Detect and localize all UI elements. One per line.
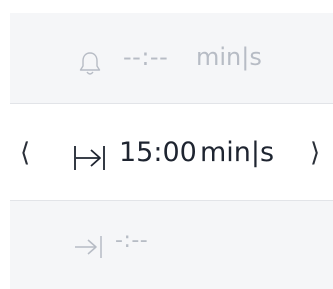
next-option-row[interactable]: -:-- [10,201,333,289]
interval-icon [74,146,105,170]
previous-time-unit: min|s [196,43,262,71]
time-picker: --:-- min|s ⟨ 15:00 min|s ⟩ -:-- [10,13,333,289]
next-time-value: -:-- [115,228,149,253]
bell-icon [79,52,101,75]
selected-time-unit: min|s [200,137,275,168]
next-button[interactable]: ⟩ [310,138,320,168]
previous-button[interactable]: ⟨ [20,138,30,168]
selected-option-row: ⟨ 15:00 min|s ⟩ [10,103,333,201]
selected-time-value: 15:00 [119,137,197,168]
previous-option-row[interactable]: --:-- min|s [10,13,333,103]
previous-time-value: --:-- [123,43,169,71]
skip-to-end-icon [75,236,102,258]
